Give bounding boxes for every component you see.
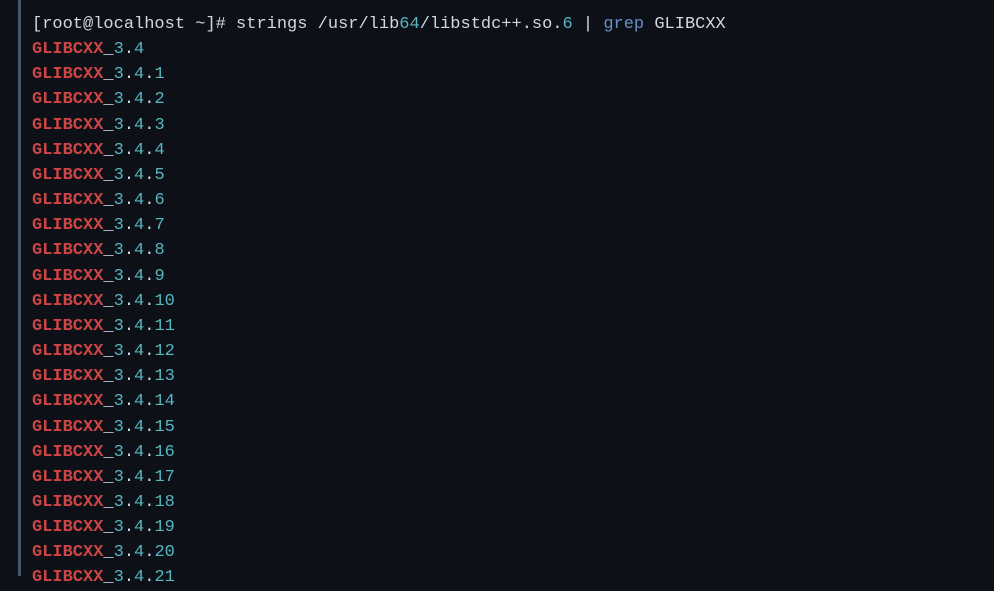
version-suffix: _3.4.2	[103, 90, 164, 109]
grep-match: GLIBCXX	[32, 443, 103, 462]
terminal-output: GLIBCXX_3.4GLIBCXX_3.4.1GLIBCXX_3.4.2GLI…	[32, 37, 994, 590]
grep-match: GLIBCXX	[32, 166, 103, 185]
output-line: GLIBCXX_3.4.19	[32, 515, 994, 540]
grep-match: GLIBCXX	[32, 65, 103, 84]
version-suffix: _3.4.1	[103, 65, 164, 84]
grep-match: GLIBCXX	[32, 367, 103, 386]
grep-match: GLIBCXX	[32, 267, 103, 286]
version-suffix: _3.4.8	[103, 241, 164, 260]
version-suffix: _3.4.13	[103, 367, 174, 386]
grep-match: GLIBCXX	[32, 518, 103, 537]
grep-match: GLIBCXX	[32, 543, 103, 562]
prompt-path: ~	[195, 15, 205, 34]
output-line: GLIBCXX_3.4	[32, 37, 994, 62]
output-line: GLIBCXX_3.4.7	[32, 213, 994, 238]
version-suffix: _3.4.17	[103, 468, 174, 487]
version-suffix: _3.4	[103, 40, 144, 59]
output-line: GLIBCXX_3.4.2	[32, 87, 994, 112]
grep-match: GLIBCXX	[32, 317, 103, 336]
version-suffix: _3.4.15	[103, 418, 174, 437]
grep-match: GLIBCXX	[32, 191, 103, 210]
version-suffix: _3.4.11	[103, 317, 174, 336]
output-line: GLIBCXX_3.4.13	[32, 364, 994, 389]
grep-match: GLIBCXX	[32, 418, 103, 437]
output-line: GLIBCXX_3.4.8	[32, 238, 994, 263]
command-num64: 64	[399, 15, 419, 34]
version-suffix: _3.4.19	[103, 518, 174, 537]
version-suffix: _3.4.7	[103, 216, 164, 235]
command-strings: strings /usr/lib	[236, 15, 399, 34]
output-line: GLIBCXX_3.4.10	[32, 289, 994, 314]
grep-match: GLIBCXX	[32, 342, 103, 361]
version-suffix: _3.4.21	[103, 568, 174, 587]
output-line: GLIBCXX_3.4.6	[32, 188, 994, 213]
output-line: GLIBCXX_3.4.3	[32, 113, 994, 138]
terminal-prompt-line: [root@localhost ~]# strings /usr/lib64/l…	[32, 12, 994, 37]
output-line: GLIBCXX_3.4.18	[32, 490, 994, 515]
version-suffix: _3.4.16	[103, 443, 174, 462]
grep-match: GLIBCXX	[32, 40, 103, 59]
grep-match: GLIBCXX	[32, 116, 103, 135]
version-suffix: _3.4.4	[103, 141, 164, 160]
output-line: GLIBCXX_3.4.16	[32, 440, 994, 465]
command-path: /libstdc++.so.	[420, 15, 563, 34]
grep-arg: GLIBCXX	[654, 15, 725, 34]
output-line: GLIBCXX_3.4.14	[32, 389, 994, 414]
grep-match: GLIBCXX	[32, 90, 103, 109]
version-suffix: _3.4.20	[103, 543, 174, 562]
prompt-symbol: #	[216, 15, 226, 34]
version-suffix: _3.4.12	[103, 342, 174, 361]
output-line: GLIBCXX_3.4.5	[32, 163, 994, 188]
output-line: GLIBCXX_3.4.1	[32, 62, 994, 87]
grep-match: GLIBCXX	[32, 241, 103, 260]
grep-keyword: grep	[603, 15, 644, 34]
output-line: GLIBCXX_3.4.4	[32, 138, 994, 163]
grep-match: GLIBCXX	[32, 468, 103, 487]
version-suffix: _3.4.6	[103, 191, 164, 210]
grep-match: GLIBCXX	[32, 568, 103, 587]
version-suffix: _3.4.14	[103, 392, 174, 411]
version-suffix: _3.4.5	[103, 166, 164, 185]
version-suffix: _3.4.9	[103, 267, 164, 286]
output-line: GLIBCXX_3.4.11	[32, 314, 994, 339]
version-suffix: _3.4.3	[103, 116, 164, 135]
output-line: GLIBCXX_3.4.17	[32, 465, 994, 490]
grep-match: GLIBCXX	[32, 392, 103, 411]
version-suffix: _3.4.18	[103, 493, 174, 512]
output-line: GLIBCXX_3.4.9	[32, 264, 994, 289]
output-line: GLIBCXX_3.4.20	[32, 540, 994, 565]
grep-match: GLIBCXX	[32, 216, 103, 235]
prompt-user-host: root@localhost	[42, 15, 185, 34]
output-line: GLIBCXX_3.4.15	[32, 415, 994, 440]
grep-match: GLIBCXX	[32, 292, 103, 311]
prompt-close-bracket: ]	[205, 15, 215, 34]
pipe-symbol: |	[583, 15, 593, 34]
version-suffix: _3.4.10	[103, 292, 174, 311]
output-line: GLIBCXX_3.4.12	[32, 339, 994, 364]
grep-match: GLIBCXX	[32, 141, 103, 160]
output-line: GLIBCXX_3.4.21	[32, 565, 994, 590]
prompt-open-bracket: [	[32, 15, 42, 34]
grep-match: GLIBCXX	[32, 493, 103, 512]
command-num6: 6	[563, 15, 573, 34]
